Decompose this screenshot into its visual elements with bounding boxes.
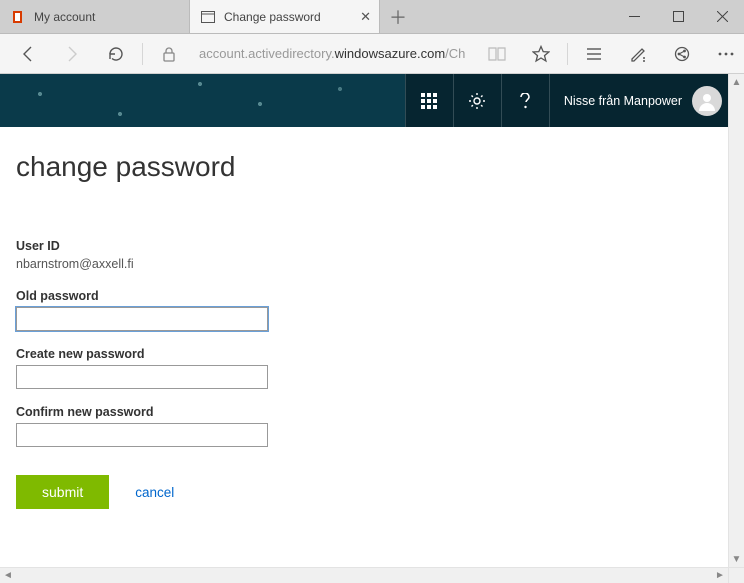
- window-controls: [612, 0, 744, 33]
- hub-button[interactable]: [574, 34, 614, 74]
- scroll-corner: [728, 567, 744, 583]
- settings-button[interactable]: [453, 74, 501, 127]
- tab-change-password[interactable]: Change password ✕: [190, 0, 380, 33]
- forward-button[interactable]: [52, 34, 92, 74]
- avatar: [692, 86, 722, 116]
- new-tab-button[interactable]: ＋: [380, 0, 416, 33]
- share-button[interactable]: [662, 34, 702, 74]
- new-password-label: Create new password: [16, 347, 728, 361]
- submit-button[interactable]: submit: [16, 475, 109, 509]
- main-content: change password User ID nbarnstrom@axxel…: [0, 127, 744, 519]
- url-prefix: account.activedirectory.: [199, 46, 335, 61]
- confirm-password-label: Confirm new password: [16, 405, 728, 419]
- window-maximize-button[interactable]: [656, 0, 700, 34]
- window-close-button[interactable]: [700, 0, 744, 34]
- user-id-value: nbarnstrom@axxell.fi: [16, 257, 728, 271]
- vertical-scrollbar[interactable]: ▲ ▼: [728, 74, 744, 567]
- browser-toolbar: account.activedirectory.windowsazure.com…: [0, 34, 744, 74]
- lock-icon[interactable]: [149, 34, 189, 74]
- help-button[interactable]: [501, 74, 549, 127]
- back-button[interactable]: [8, 34, 48, 74]
- page-banner: Nisse från Manpower: [0, 74, 744, 127]
- scroll-right-icon[interactable]: ►: [712, 568, 728, 583]
- favorites-button[interactable]: [521, 34, 561, 74]
- cancel-link[interactable]: cancel: [135, 485, 174, 500]
- user-display-name: Nisse från Manpower: [564, 94, 682, 108]
- url-host: windowsazure.com: [335, 46, 446, 61]
- tab-label: Change password: [224, 10, 321, 24]
- toolbar-separator: [142, 43, 143, 65]
- confirm-password-input[interactable]: [16, 423, 268, 447]
- user-menu[interactable]: Nisse från Manpower: [549, 74, 732, 127]
- page-title: change password: [16, 151, 728, 183]
- tab-label: My account: [34, 10, 95, 24]
- new-password-input[interactable]: [16, 365, 268, 389]
- horizontal-scrollbar[interactable]: ◄ ►: [0, 567, 728, 583]
- browser-tab-strip: My account Change password ✕ ＋: [0, 0, 744, 34]
- reading-view-button[interactable]: [477, 34, 517, 74]
- old-password-label: Old password: [16, 289, 728, 303]
- toolbar-separator: [567, 43, 568, 65]
- scroll-down-icon[interactable]: ▼: [729, 551, 744, 567]
- address-bar[interactable]: account.activedirectory.windowsazure.com…: [193, 46, 469, 61]
- close-tab-icon[interactable]: ✕: [360, 9, 371, 25]
- user-id-label: User ID: [16, 239, 728, 253]
- form-actions: submit cancel: [16, 475, 728, 509]
- old-password-input[interactable]: [16, 307, 268, 331]
- scroll-up-icon[interactable]: ▲: [729, 74, 744, 90]
- notes-button[interactable]: [618, 34, 658, 74]
- tab-my-account[interactable]: My account: [0, 0, 190, 33]
- more-button[interactable]: [706, 34, 744, 74]
- scroll-left-icon[interactable]: ◄: [0, 568, 16, 583]
- window-minimize-button[interactable]: [612, 0, 656, 34]
- refresh-button[interactable]: [96, 34, 136, 74]
- page-icon: [200, 9, 216, 25]
- office-icon: [10, 9, 26, 25]
- url-suffix: /Ch: [445, 46, 465, 61]
- waffle-menu-button[interactable]: [405, 74, 453, 127]
